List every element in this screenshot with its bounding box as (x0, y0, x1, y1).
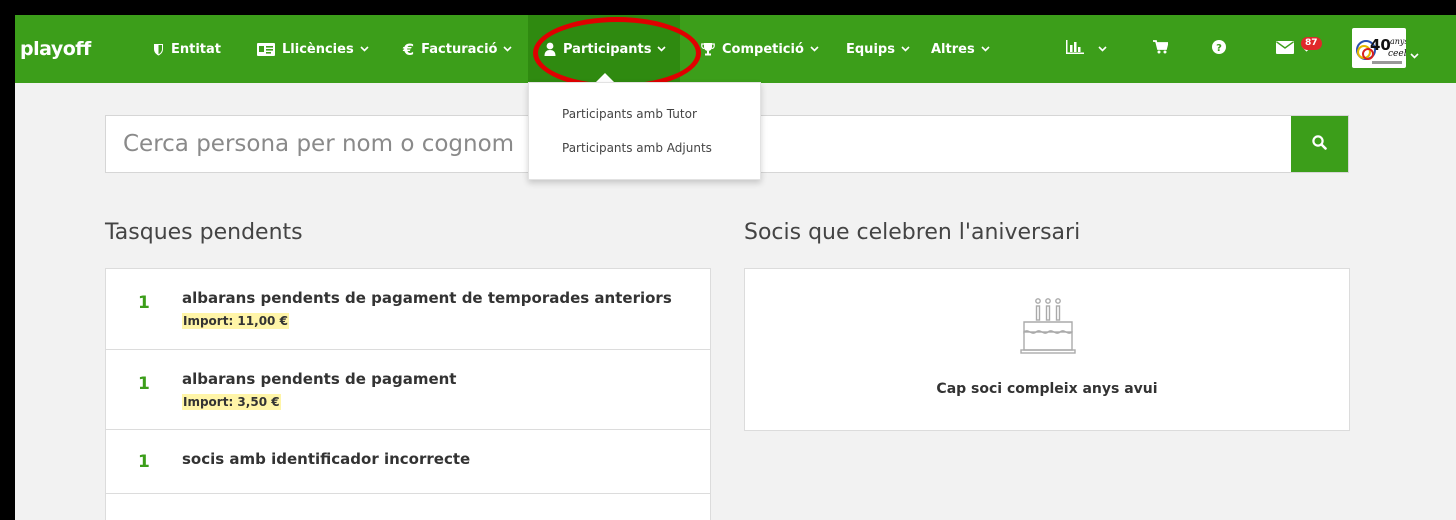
task-title[interactable]: socis amb identificador incorrecte (182, 450, 470, 468)
svg-text:ceeb: ceeb (1388, 49, 1406, 59)
birthday-cake-icon (1018, 295, 1078, 371)
user-icon (544, 42, 556, 56)
nav-altres-label: Altres (931, 41, 975, 57)
task-import-amount: Import: 3,50 € (182, 394, 281, 410)
help-button[interactable]: ? (1212, 15, 1226, 83)
nav-altres[interactable]: Altres (931, 15, 990, 83)
entity-logo[interactable]: 40 anys ceeb (1352, 28, 1419, 68)
list-item[interactable]: 1 albarans pendents de pagament de tempo… (106, 269, 710, 350)
chevron-down-icon (1098, 46, 1107, 52)
task-count: 1 (138, 293, 150, 313)
mail-count-badge: 87 (1301, 37, 1322, 50)
svg-text:?: ? (1216, 43, 1222, 54)
menu-item-participants-tutor[interactable]: Participants amb Tutor (562, 107, 697, 121)
chevron-down-icon (981, 46, 990, 52)
nav-equips-label: Equips (846, 41, 895, 57)
cart-icon (1153, 40, 1169, 58)
nav-competicio-label: Competició (722, 41, 804, 57)
nav-entitat[interactable]: Entitat (153, 15, 221, 83)
shield-icon (153, 43, 164, 56)
chevron-down-icon (901, 46, 910, 52)
tasks-title: Tasques pendents (105, 220, 303, 245)
task-count: 1 (138, 452, 150, 472)
chevron-down-icon (360, 46, 369, 52)
pending-tasks-list: 1 albarans pendents de pagament de tempo… (105, 268, 711, 520)
list-item[interactable] (106, 494, 710, 520)
task-title[interactable]: albarans pendents de pagament de tempora… (182, 289, 672, 307)
chevron-down-icon (1410, 44, 1419, 63)
top-navbar: playoff Entitat Llicències € Facturació … (15, 15, 1456, 83)
help-icon: ? (1212, 40, 1226, 58)
nav-participants-label: Participants (563, 41, 652, 57)
bar-chart-icon (1066, 40, 1084, 58)
task-import-amount: Import: 11,00 € (182, 313, 289, 329)
chevron-down-icon (503, 46, 513, 52)
search-icon (1312, 134, 1327, 154)
cart-button[interactable] (1153, 15, 1169, 83)
list-item[interactable]: 1 albarans pendents de pagament Import: … (106, 350, 710, 430)
birthdays-title: Socis que celebren l'aniversari (744, 220, 1081, 245)
id-card-icon (257, 42, 275, 56)
nav-llicencies[interactable]: Llicències (257, 15, 369, 83)
chevron-down-icon (657, 46, 667, 52)
list-item[interactable]: 1 socis amb identificador incorrecte (106, 430, 710, 494)
mail-icon (1276, 40, 1294, 58)
birthdays-card: Cap soci compleix anys avui (744, 268, 1350, 431)
nav-facturacio-label: Facturació (421, 41, 498, 57)
trophy-icon (701, 42, 715, 56)
nav-entitat-label: Entitat (171, 41, 222, 57)
nav-equips[interactable]: Equips (846, 15, 910, 83)
euro-icon: € (403, 39, 415, 59)
no-birthdays-message: Cap soci compleix anys avui (936, 381, 1158, 397)
participants-dropdown: Participants amb Tutor Participants amb … (528, 82, 761, 180)
svg-text:anys: anys (1390, 37, 1406, 46)
app-screen: playoff Entitat Llicències € Facturació … (15, 15, 1456, 520)
task-title[interactable]: albarans pendents de pagament (182, 370, 456, 388)
nav-competicio[interactable]: Competició (701, 15, 819, 83)
search-button[interactable] (1291, 116, 1348, 172)
nav-llicencies-label: Llicències (282, 41, 354, 57)
stats-menu[interactable] (1066, 15, 1107, 83)
menu-item-participants-adjunts[interactable]: Participants amb Adjunts (562, 141, 712, 155)
task-count: 1 (138, 374, 150, 394)
chevron-down-icon (810, 46, 819, 52)
nav-facturacio[interactable]: € Facturació (403, 15, 513, 83)
brand-logo[interactable]: playoff (20, 15, 91, 83)
